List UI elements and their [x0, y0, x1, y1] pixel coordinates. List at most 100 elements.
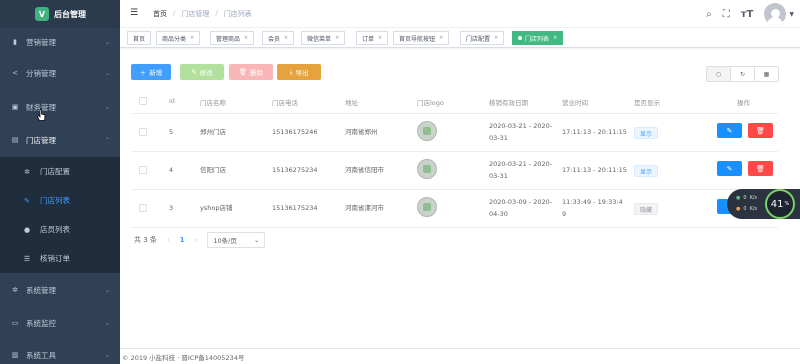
app-logo[interactable]: V 后台管理 [0, 0, 120, 28]
gear-icon: ✲ [12, 286, 18, 294]
sidebar-item-marketing[interactable]: ▮ 营销管理 ⌄ [0, 27, 120, 57]
tag-label: 管理商品 [216, 35, 241, 43]
sidebar-subitem-label: 店员列表 [40, 225, 70, 234]
fullscreen-icon[interactable]: ⛶ [723, 9, 730, 20]
refresh-icon: ↻ [739, 70, 746, 78]
breadcrumb-current: 门店列表 [223, 10, 252, 18]
row-checkbox[interactable] [139, 166, 147, 174]
user-menu[interactable]: ▼ [764, 3, 794, 25]
edit-button-label: 修改 [199, 69, 213, 77]
breadcrumb-home[interactable]: 首页 [153, 9, 167, 19]
next-page-icon[interactable]: › [195, 236, 198, 244]
table-row[interactable]: 5 郑州门店 15136175246 河南省郑州 2020-03-21 - 20… [131, 114, 778, 152]
edit-button[interactable]: ✎ 修改 [180, 64, 224, 80]
table-row[interactable]: 4 信阳门店 15136275234 河南省信阳市 2020-03-21 - 2… [131, 152, 778, 190]
close-icon[interactable]: × [190, 35, 194, 41]
close-icon[interactable]: × [439, 35, 443, 41]
table-row[interactable]: 3 yshop店铺 15136175234 河南省漯河市 2020-03-09 … [131, 190, 778, 228]
page-size-value: 10条/页 [213, 237, 237, 245]
chevron-down-icon: ⌄ [253, 236, 260, 244]
close-icon[interactable]: × [335, 35, 339, 41]
row-edit-button[interactable]: ✎ [717, 123, 742, 138]
col-date: 核销有效日期 [489, 99, 528, 107]
close-icon[interactable]: × [284, 35, 288, 41]
cell-date-line2: 03-31 [489, 134, 508, 142]
usage-percent-gauge: 41% [765, 189, 795, 219]
tag-order[interactable]: 订单 × [356, 31, 389, 45]
avatar[interactable] [764, 3, 787, 25]
row-checkbox[interactable] [139, 204, 147, 212]
chevron-down-icon: ⌄ [104, 319, 110, 327]
add-button[interactable]: ＋ 新增 [131, 64, 171, 80]
sidebar-item-distribution[interactable]: < 分销管理 ⌄ [0, 58, 120, 88]
store-logo-image[interactable] [417, 121, 437, 141]
hand-cursor-icon [37, 109, 46, 121]
tag-category[interactable]: 商品分类 × [156, 31, 201, 45]
font-size-icon[interactable]: тT [741, 9, 754, 20]
col-visible: 是否显示 [634, 99, 660, 107]
cell-address: 河南省郑州 [345, 128, 378, 136]
sidebar-subitem-store-list[interactable]: ✎ 门店列表 [0, 186, 120, 215]
col-logo: 门店logo [417, 99, 444, 107]
tag-store-list[interactable]: 门店列表 × [512, 31, 564, 45]
sidebar-item-tools[interactable]: ▥ 系统工具 ⌄ [0, 340, 120, 364]
avatar-head-shape [770, 9, 780, 18]
usage-percent: 41 [770, 198, 784, 210]
sidebar-item-system[interactable]: ✲ 系统管理 ⌄ [0, 275, 120, 305]
page-size-select[interactable]: 10条/页 ⌄ [207, 232, 266, 248]
edit-icon: ✎ [726, 126, 733, 135]
row-edit-button[interactable]: ✎ [717, 161, 742, 176]
status-badge: 隐藏 [634, 203, 659, 215]
tag-goods[interactable]: 管理商品 × [210, 31, 255, 45]
plus-icon: ＋ [139, 69, 147, 77]
cell-phone: 15136175234 [272, 204, 318, 212]
close-icon[interactable]: × [244, 35, 248, 41]
search-toggle-button[interactable]: ○ [706, 66, 731, 82]
tag-store-config[interactable]: 门店配置 × [460, 31, 505, 45]
sidebar-item-store[interactable]: ▤ 门店管理 ⌃ [0, 125, 120, 155]
chevron-down-icon: ⌄ [104, 38, 110, 46]
usage-percent-unit: % [784, 201, 790, 207]
sidebar-subitem-clerk-list[interactable]: ● 店员列表 [0, 215, 120, 244]
cell-name: 郑州门店 [200, 128, 226, 136]
sidebar-item-monitor[interactable]: ▭ 系统监控 ⌄ [0, 308, 120, 338]
page-number[interactable]: 1 [180, 236, 185, 244]
close-icon[interactable]: × [494, 35, 498, 41]
tag-member[interactable]: 会员 × [262, 31, 295, 45]
row-delete-button[interactable]: 🗑 [748, 161, 773, 176]
prev-page-icon[interactable]: ‹ [167, 236, 170, 244]
pagination: 共 3 条 ‹ 1 › 10条/页 ⌄ [134, 232, 266, 248]
tag-home-nav[interactable]: 首页导航按钮 × [393, 31, 450, 45]
cell-hours: 11:33:49 - 19:33:4 [562, 198, 623, 206]
close-icon[interactable]: × [378, 35, 382, 41]
sidebar-subitem-store-config[interactable]: ✲ 门店配置 [0, 157, 120, 186]
hamburger-icon[interactable]: ☰ [130, 8, 138, 18]
network-speed-widget[interactable]: ● 0 K/s ● 0 K/s 41% [727, 189, 800, 219]
select-all-checkbox[interactable] [139, 97, 147, 105]
user-icon: ● [23, 225, 31, 234]
active-dot [518, 36, 522, 40]
store-logo-image[interactable] [417, 159, 437, 179]
tag-home[interactable]: 首页 [127, 31, 152, 45]
chevron-down-icon: ⌄ [104, 69, 110, 77]
tag-wechat-menu[interactable]: 微信菜单 × [301, 31, 346, 45]
row-delete-button[interactable]: 🗑 [748, 123, 773, 138]
delete-button[interactable]: 🗑 删除 [229, 64, 273, 80]
tag-label: 会员 [268, 35, 281, 43]
pagination-total: 共 3 条 [134, 236, 157, 244]
search-icon[interactable]: ⌕ [706, 9, 712, 20]
sidebar-item-finance[interactable]: ▣ 财务管理 ⌄ [0, 92, 120, 122]
chevron-down-icon: ⌄ [104, 351, 110, 359]
upload-arrow-icon: ● [736, 195, 741, 201]
status-badge: 显示 [634, 127, 659, 139]
refresh-button[interactable]: ↻ [730, 66, 755, 82]
cell-date-line2: 03-31 [489, 172, 508, 180]
store-logo-image[interactable] [417, 197, 437, 217]
tag-label: 微信菜单 [307, 35, 332, 43]
row-checkbox[interactable] [139, 128, 147, 136]
columns-button[interactable]: ▦ [754, 66, 779, 82]
col-phone: 门店电话 [272, 99, 298, 107]
sidebar-subitem-verify-orders[interactable]: ☰ 核销订单 [0, 244, 120, 273]
close-icon[interactable]: × [553, 35, 557, 41]
export-button[interactable]: ⤓ 导出 [277, 64, 321, 80]
